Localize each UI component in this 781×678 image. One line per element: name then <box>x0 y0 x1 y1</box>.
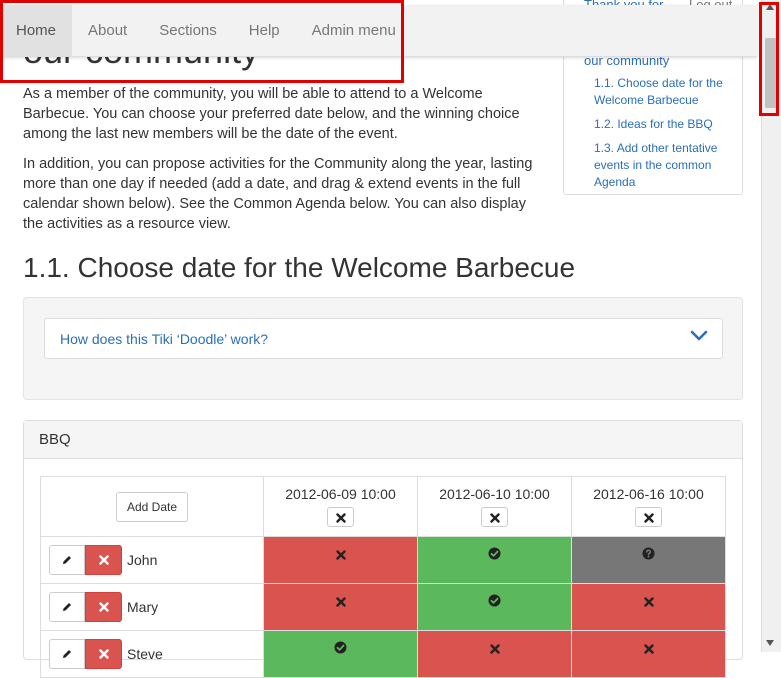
participant-name: Mary <box>127 599 159 615</box>
date-label: 2012-06-09 10:00 <box>285 485 396 502</box>
nav-admin-menu[interactable]: Admin menu <box>296 5 412 56</box>
close-icon <box>643 597 654 607</box>
toc-item-ideas-bbq[interactable]: 1.2. Ideas for the BBQ <box>594 117 713 131</box>
scrollbar-thumb[interactable] <box>765 38 777 108</box>
delete-date-button[interactable] <box>635 506 662 527</box>
scroll-up-arrow-icon[interactable] <box>766 4 774 10</box>
toc-item-choose-date[interactable]: 1.1. Choose date for the Welcome Barbecu… <box>594 76 723 107</box>
poll-date-header: 2012-06-09 10:00 <box>263 476 418 537</box>
delete-row-button[interactable] <box>85 592 122 622</box>
edit-button[interactable] <box>49 592 85 622</box>
close-icon <box>643 644 654 654</box>
nav-about[interactable]: About <box>72 5 143 56</box>
participant-name: John <box>127 552 158 568</box>
participant-name: Steve <box>127 646 163 662</box>
edit-button[interactable] <box>49 639 85 669</box>
delete-row-button[interactable] <box>85 639 122 669</box>
vote-cell <box>417 630 572 678</box>
toc-item-tentative-events[interactable]: 1.3. Add other tentative events in the c… <box>594 141 717 189</box>
vertical-scrollbar[interactable] <box>761 0 781 652</box>
close-icon <box>644 512 654 523</box>
top-navbar: Home About Sections Help Admin menu <box>0 5 757 57</box>
poll-date-header: 2012-06-10 10:00 <box>417 476 572 537</box>
doodle-help-well: How does this Tiki ‘Doodle’ work? <box>23 297 743 400</box>
close-icon <box>335 597 346 607</box>
pencil-icon <box>63 650 71 658</box>
accordion-question[interactable]: How does this Tiki ‘Doodle’ work? <box>60 331 268 347</box>
vote-cell <box>263 536 418 584</box>
toc-list: 1.1. Choose date for the Welcome Barbecu… <box>594 75 729 198</box>
check-circle-icon <box>488 547 501 560</box>
date-label: 2012-06-16 10:00 <box>593 485 704 502</box>
close-icon <box>98 649 109 659</box>
vote-cell <box>417 536 572 584</box>
nav-sections[interactable]: Sections <box>143 5 233 56</box>
close-icon <box>490 512 500 523</box>
poll-table: Add Date 2012-06-09 10:00 2012-06-10 10:… <box>40 476 726 678</box>
close-icon <box>336 512 346 523</box>
date-label: 2012-06-10 10:00 <box>439 485 550 502</box>
scroll-down-arrow-icon[interactable] <box>766 640 774 646</box>
doodle-help-accordion[interactable]: How does this Tiki ‘Doodle’ work? <box>44 318 723 359</box>
chevron-down-icon[interactable] <box>690 327 708 350</box>
vote-cell <box>263 583 418 631</box>
poll-date-header: 2012-06-16 10:00 <box>571 476 726 537</box>
activities-paragraph: In addition, you can propose activities … <box>23 156 533 232</box>
vote-cell <box>571 536 726 584</box>
close-icon <box>98 555 109 565</box>
poll-panel-title: BBQ <box>24 421 742 459</box>
vote-cell <box>417 583 572 631</box>
section-title-choose-date: 1.1. Choose date for the Welcome Barbecu… <box>23 252 576 283</box>
vote-cell <box>263 630 418 678</box>
delete-date-button[interactable] <box>481 506 508 527</box>
close-icon <box>489 644 500 654</box>
table-row: Steve <box>40 630 726 678</box>
poll-header-actions: Add Date <box>40 476 264 537</box>
bbq-poll-panel: BBQ Add Date 2012-06-09 10:00 2012-06-10… <box>23 420 743 678</box>
check-circle-icon <box>488 594 501 607</box>
intro-paragraph: As a member of the community, you will b… <box>23 86 520 142</box>
pencil-icon <box>63 556 71 564</box>
check-circle-icon <box>334 641 347 654</box>
vote-cell <box>571 630 726 678</box>
question-circle-icon <box>642 547 655 560</box>
delete-row-button[interactable] <box>85 545 122 575</box>
delete-date-button[interactable] <box>327 506 354 527</box>
edit-button[interactable] <box>49 545 85 575</box>
pencil-icon <box>63 603 71 611</box>
nav-home[interactable]: Home <box>0 5 73 56</box>
add-date-button[interactable]: Add Date <box>115 491 189 522</box>
nav-help[interactable]: Help <box>233 5 296 56</box>
close-icon <box>98 602 109 612</box>
vote-cell <box>571 583 726 631</box>
close-icon <box>335 550 346 560</box>
table-row: John <box>40 536 726 584</box>
table-row: Mary <box>40 583 726 631</box>
